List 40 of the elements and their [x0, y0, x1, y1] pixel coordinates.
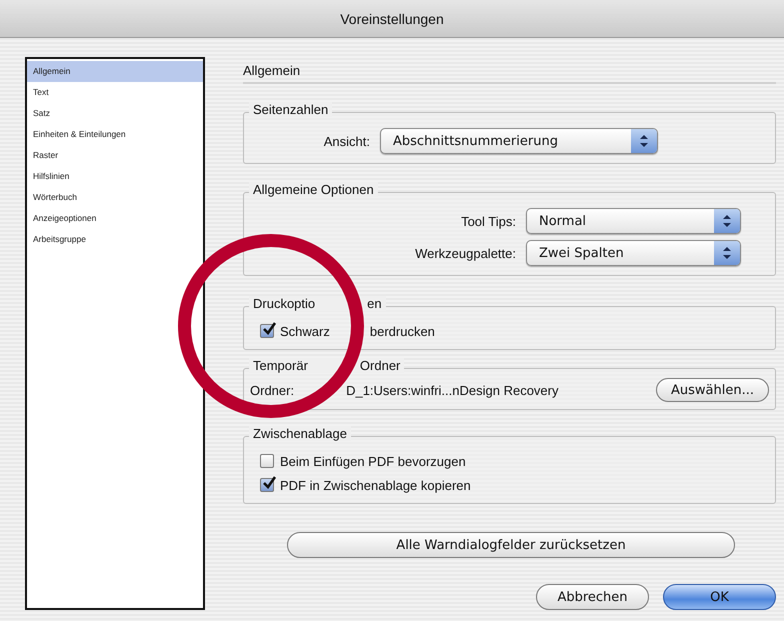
field-label: Tool Tips:	[460, 214, 516, 228]
group-legend: Ordner	[360, 358, 400, 373]
sidebar-item[interactable]: Wörterbuch	[27, 187, 203, 208]
group-legend: Seitenzahlen	[253, 102, 328, 117]
group-legend: Druckoptio	[253, 296, 316, 311]
sidebar-item[interactable]: Allgemein	[27, 61, 203, 82]
checkbox-label: PDF in Zwischenablage kopieren	[280, 478, 471, 492]
sidebar-item[interactable]: Arbeitsgruppe	[27, 229, 203, 250]
push-button[interactable]: Abbrechen	[536, 584, 649, 610]
stepper-icon	[631, 129, 657, 153]
stepper-icon	[714, 209, 740, 233]
sidebar-item[interactable]: Anzeigeoptionen	[27, 208, 203, 229]
popup-button[interactable]: Zwei Spalten	[526, 240, 741, 266]
checkbox[interactable]	[260, 478, 274, 492]
sidebar-item[interactable]: Raster	[27, 145, 203, 166]
choose-button[interactable]: Auswählen...	[656, 378, 769, 402]
popup-button[interactable]: Normal	[526, 208, 741, 234]
checkbox-label: berdrucken	[370, 324, 435, 338]
field-label: Ordner:	[250, 382, 294, 398]
group-legend: Temporär	[253, 358, 308, 373]
sidebar-item[interactable]: Satz	[27, 103, 203, 124]
stepper-icon	[714, 241, 740, 265]
field-label: Werkzeugpalette:	[414, 246, 516, 260]
reset-button[interactable]: Alle Warndialogfelder zurücksetzen	[287, 532, 735, 558]
window-title: Voreinstellungen	[340, 10, 444, 26]
default-button[interactable]: OK	[663, 584, 776, 610]
checkbox-label: Schwarz	[280, 324, 330, 338]
folder-path: D_1:Users:winfri...nDesign Recovery	[346, 382, 558, 398]
sidebar-item[interactable]: Einheiten & Einteilungen	[27, 124, 203, 145]
field-label: Ansicht:	[322, 134, 370, 148]
group-legend: Allgemeine Optionen	[253, 182, 374, 197]
group-legend: Zwischenablage	[253, 426, 347, 441]
sidebar-item[interactable]: Hilfslinien	[27, 166, 203, 187]
checkbox-label: Beim Einfügen PDF bevorzugen	[280, 454, 466, 468]
sidebar-item[interactable]: Text	[27, 82, 203, 103]
checkbox[interactable]	[260, 324, 274, 338]
group-legend: en	[367, 296, 382, 311]
checkbox[interactable]	[260, 454, 274, 468]
popup-button[interactable]: Abschnittsnummerierung	[380, 128, 658, 154]
page-title: Allgemein	[243, 57, 776, 84]
